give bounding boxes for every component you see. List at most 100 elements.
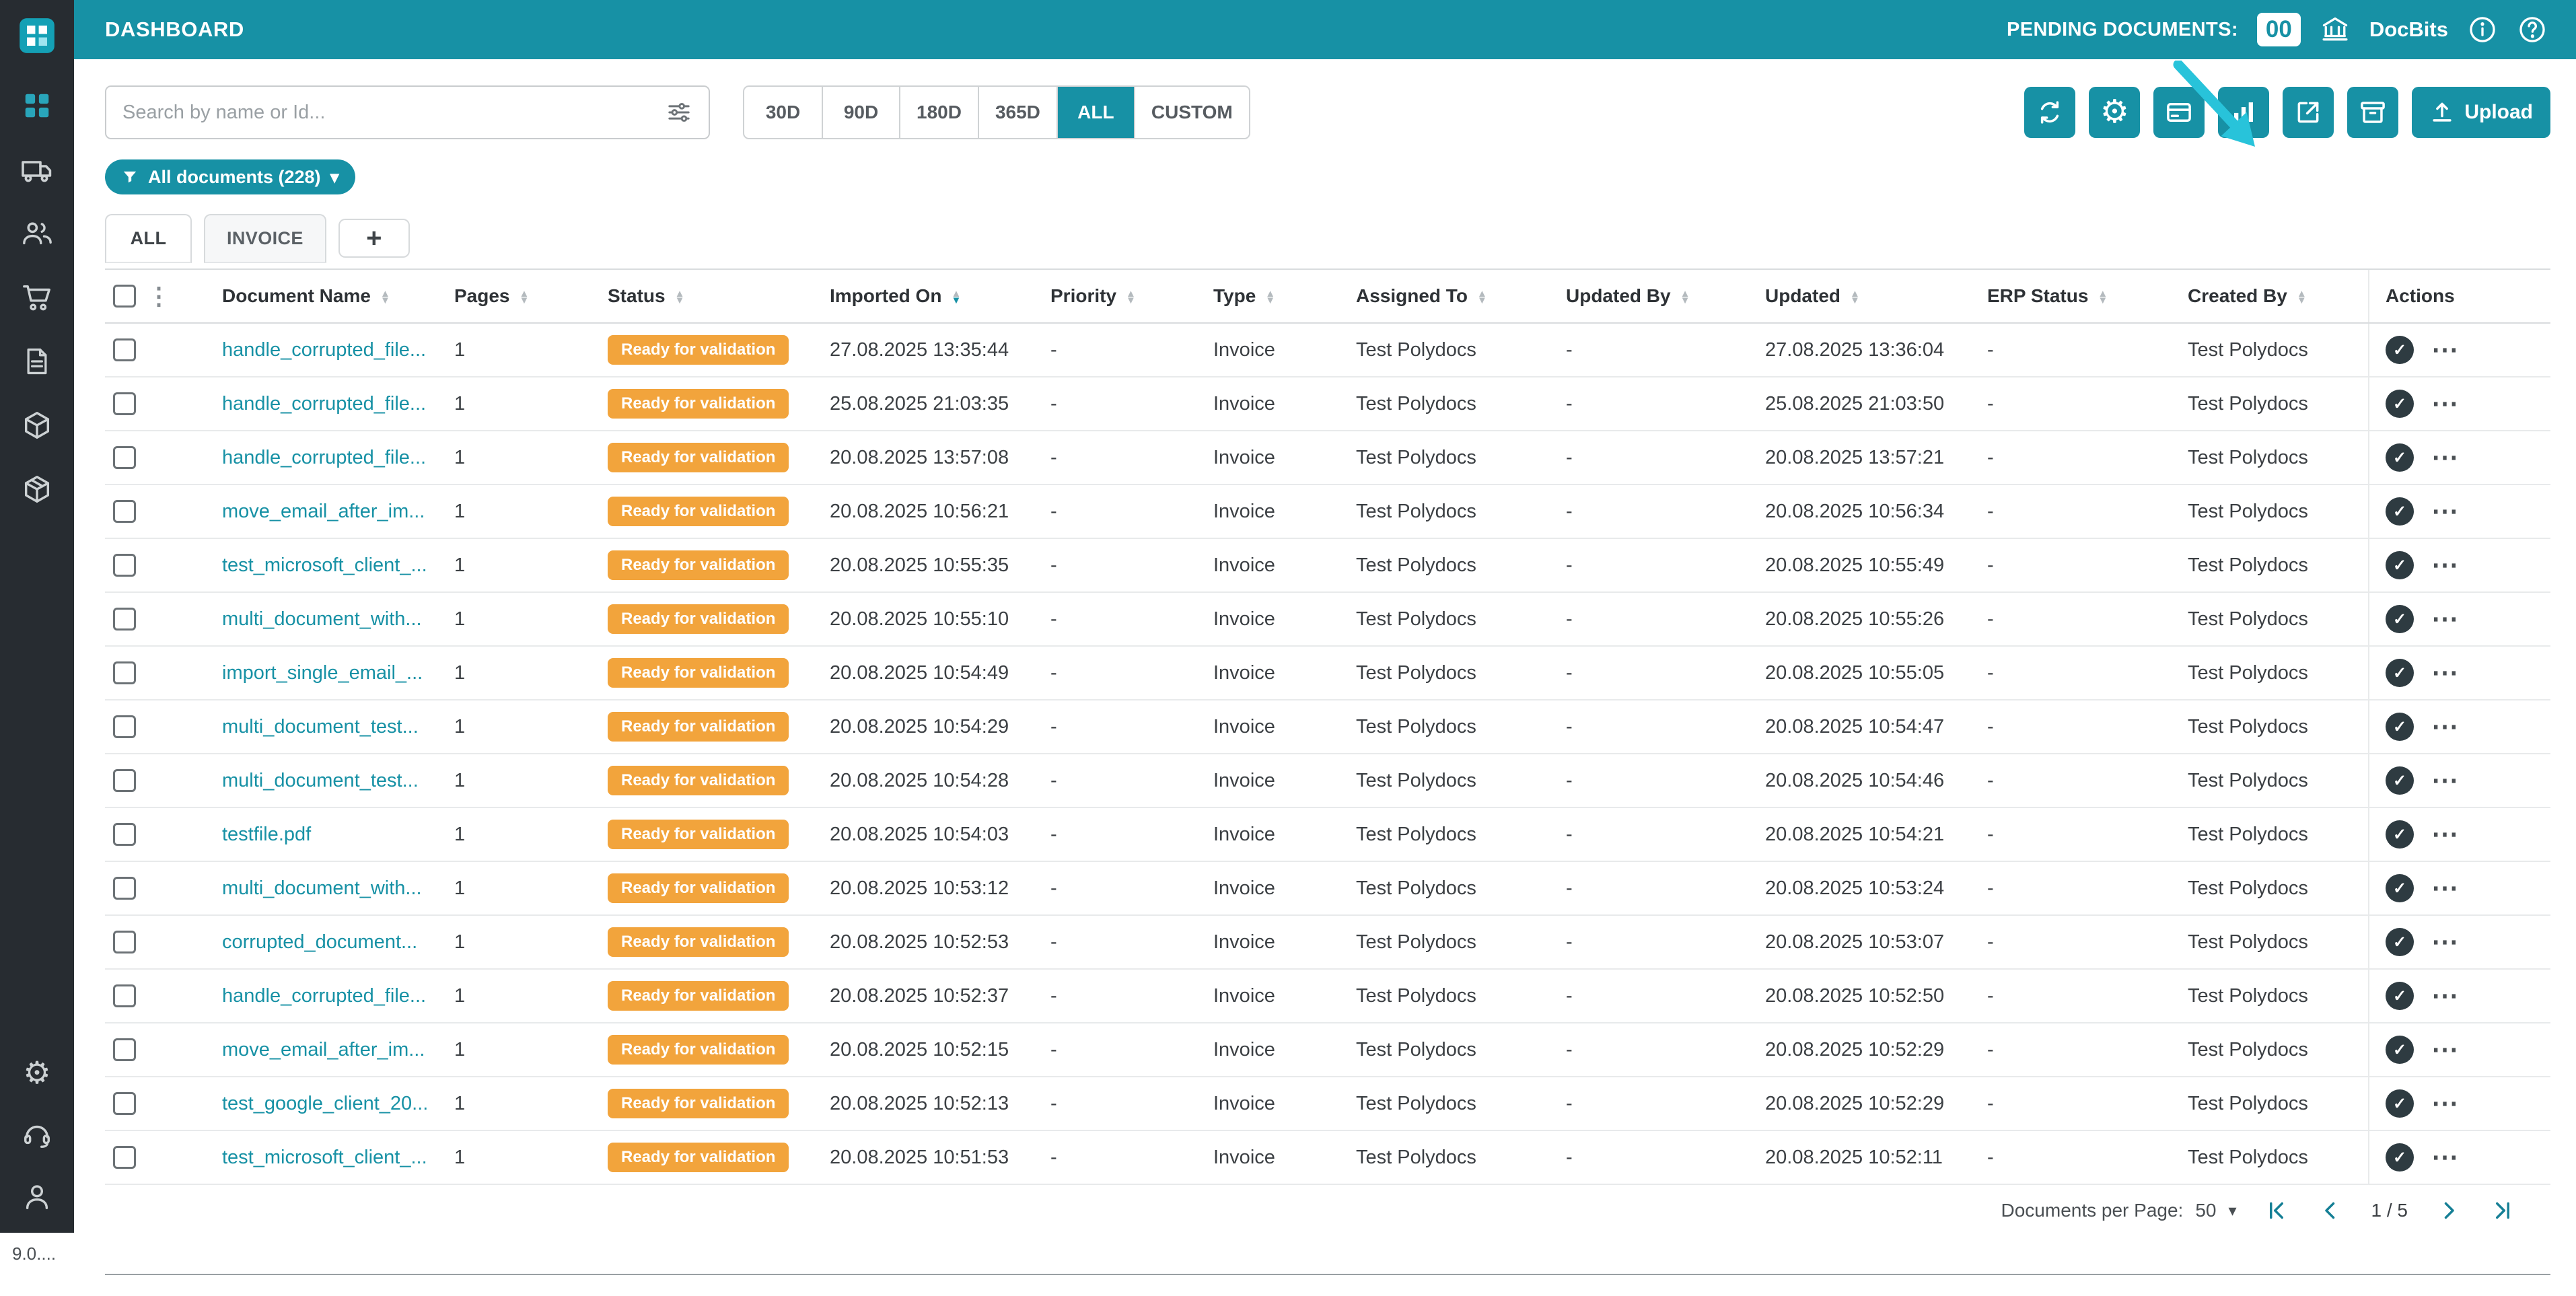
settings-button[interactable]: ⚙ — [2089, 87, 2141, 138]
row-checkbox[interactable] — [113, 1146, 136, 1169]
sidebar-item-support[interactable] — [21, 1118, 53, 1151]
select-all-checkbox[interactable] — [113, 285, 136, 308]
row-menu-button[interactable]: ⋯ — [2431, 552, 2460, 579]
sidebar-item-packages[interactable] — [21, 409, 53, 441]
sort-icon[interactable]: ▲ ▼ — [1850, 289, 1860, 305]
sort-icon[interactable]: ▲ ▼ — [520, 289, 530, 305]
sort-icon[interactable]: ▲ ▼ — [1265, 289, 1275, 305]
row-checkbox[interactable] — [113, 769, 136, 792]
sort-icon[interactable]: ▲ ▼ — [1680, 289, 1690, 305]
validate-button[interactable]: ✓ — [2386, 336, 2414, 364]
range-180d[interactable]: 180D — [899, 87, 978, 138]
column-created-by[interactable]: Created By ▲ ▼ — [2172, 268, 2369, 324]
card-view-button[interactable] — [2153, 87, 2205, 138]
row-menu-button[interactable]: ⋯ — [2431, 390, 2460, 417]
sort-icon[interactable]: ▲ ▼ — [675, 289, 685, 305]
prev-page-button[interactable] — [2318, 1198, 2343, 1223]
row-checkbox[interactable] — [113, 392, 136, 415]
row-menu-button[interactable]: ⋯ — [2431, 875, 2460, 902]
range-90d[interactable]: 90D — [822, 87, 899, 138]
sidebar-item-orders[interactable] — [21, 281, 53, 314]
row-menu-button[interactable]: ⋯ — [2431, 982, 2460, 1009]
row-menu-button[interactable]: ⋯ — [2431, 1090, 2460, 1117]
help-button[interactable] — [2517, 14, 2548, 45]
validate-button[interactable]: ✓ — [2386, 820, 2414, 849]
document-link[interactable]: test_google_client_20... — [222, 1093, 428, 1114]
row-menu-button[interactable]: ⋯ — [2431, 1036, 2460, 1063]
add-tab-button[interactable]: + — [338, 219, 410, 258]
document-link[interactable]: test_microsoft_client_... — [222, 554, 427, 576]
info-button[interactable] — [2467, 14, 2498, 45]
row-menu-button[interactable]: ⋯ — [2431, 713, 2460, 740]
first-page-button[interactable] — [2264, 1198, 2289, 1223]
range-365d[interactable]: 365D — [977, 87, 1057, 138]
range-custom[interactable]: CUSTOM — [1133, 87, 1249, 138]
column-menu-icon[interactable]: ⋮ — [147, 284, 171, 308]
sort-icon[interactable]: ▲ ▼ — [1126, 289, 1136, 305]
column-imported-on[interactable]: Imported On ▲ ▼ — [814, 268, 1034, 324]
row-menu-button[interactable]: ⋯ — [2431, 606, 2460, 633]
column-assigned-to[interactable]: Assigned To ▲ ▼ — [1340, 268, 1550, 324]
sort-icon[interactable]: ▲ ▼ — [2297, 289, 2307, 305]
validate-button[interactable]: ✓ — [2386, 874, 2414, 902]
row-checkbox[interactable] — [113, 984, 136, 1007]
row-checkbox[interactable] — [113, 446, 136, 469]
document-link[interactable]: handle_corrupted_file... — [222, 447, 426, 468]
sidebar-item-dashboard[interactable] — [21, 89, 53, 122]
app-logo[interactable] — [16, 15, 58, 60]
upload-button[interactable]: Upload — [2412, 87, 2550, 138]
column-updated-by[interactable]: Updated By ▲ ▼ — [1550, 268, 1749, 324]
range-all[interactable]: ALL — [1056, 87, 1134, 138]
row-checkbox[interactable] — [113, 823, 136, 846]
row-checkbox[interactable] — [113, 877, 136, 900]
archive-button[interactable] — [2347, 87, 2399, 138]
row-menu-button[interactable]: ⋯ — [2431, 336, 2460, 363]
validate-button[interactable]: ✓ — [2386, 605, 2414, 633]
column-erp-status[interactable]: ERP Status ▲ ▼ — [1971, 268, 2172, 324]
document-link[interactable]: multi_document_test... — [222, 716, 419, 737]
validate-button[interactable]: ✓ — [2386, 551, 2414, 579]
document-link[interactable]: test_microsoft_client_... — [222, 1147, 427, 1168]
documents-filter-chip[interactable]: All documents (228) ▾ — [105, 159, 355, 194]
column-pages[interactable]: Pages ▲ ▼ — [438, 268, 592, 324]
document-link[interactable]: multi_document_with... — [222, 608, 422, 630]
document-link[interactable]: handle_corrupted_file... — [222, 985, 426, 1007]
organization-button[interactable] — [2320, 14, 2351, 45]
row-menu-button[interactable]: ⋯ — [2431, 767, 2460, 794]
validate-button[interactable]: ✓ — [2386, 1089, 2414, 1118]
validate-button[interactable]: ✓ — [2386, 928, 2414, 956]
validate-button[interactable]: ✓ — [2386, 1036, 2414, 1064]
sort-icon[interactable]: ▲ ▼ — [1477, 289, 1487, 305]
row-checkbox[interactable] — [113, 661, 136, 684]
document-link[interactable]: testfile.pdf — [222, 824, 311, 845]
sort-icon-active[interactable]: ▲ ▼ — [951, 289, 961, 305]
sidebar-item-users[interactable] — [21, 217, 53, 250]
per-page-select[interactable]: Documents per Page: 50 ▾ — [2001, 1200, 2237, 1221]
validate-button[interactable]: ✓ — [2386, 1143, 2414, 1172]
validate-button[interactable]: ✓ — [2386, 766, 2414, 795]
row-checkbox[interactable] — [113, 931, 136, 953]
document-link[interactable]: handle_corrupted_file... — [222, 393, 426, 415]
row-checkbox[interactable] — [113, 608, 136, 631]
validate-button[interactable]: ✓ — [2386, 713, 2414, 741]
column-type[interactable]: Type ▲ ▼ — [1197, 268, 1340, 324]
row-menu-button[interactable]: ⋯ — [2431, 659, 2460, 686]
document-link[interactable]: import_single_email_... — [222, 662, 423, 684]
sort-icon[interactable]: ▲ ▼ — [380, 289, 390, 305]
last-page-button[interactable] — [2490, 1198, 2515, 1223]
row-menu-button[interactable]: ⋯ — [2431, 821, 2460, 848]
document-link[interactable]: corrupted_document... — [222, 931, 417, 953]
tab-all[interactable]: ALL — [105, 214, 192, 263]
search-input[interactable] — [122, 101, 656, 124]
row-menu-button[interactable]: ⋯ — [2431, 498, 2460, 525]
export-button[interactable] — [2283, 87, 2334, 138]
document-link[interactable]: handle_corrupted_file... — [222, 339, 426, 361]
validate-button[interactable]: ✓ — [2386, 982, 2414, 1010]
document-link[interactable]: move_email_after_im... — [222, 1039, 425, 1060]
sort-icon[interactable]: ▲ ▼ — [2098, 289, 2108, 305]
sidebar-item-shipments[interactable] — [21, 153, 53, 186]
row-checkbox[interactable] — [113, 1092, 136, 1115]
row-checkbox[interactable] — [113, 1038, 136, 1061]
filter-sliders-icon[interactable] — [666, 99, 692, 126]
row-checkbox[interactable] — [113, 338, 136, 361]
